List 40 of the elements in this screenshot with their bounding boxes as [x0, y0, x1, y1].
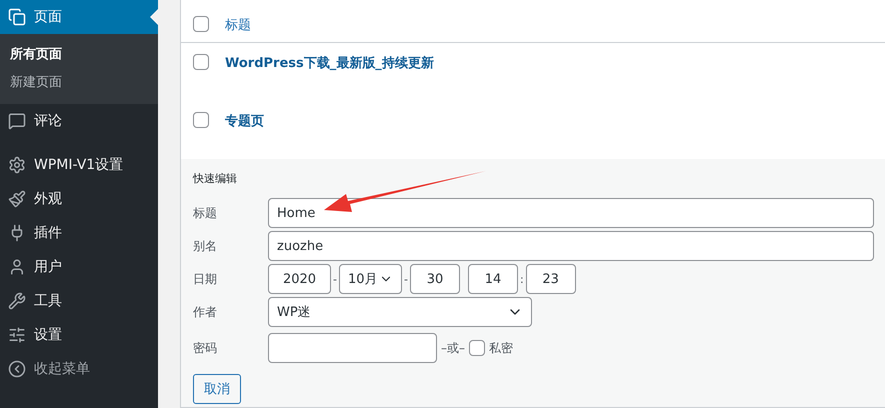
menu-item[interactable]: WPMI-V1设置 — [0, 148, 158, 182]
menu-item[interactable]: 评论 — [0, 104, 158, 138]
password-field[interactable] — [268, 333, 437, 363]
title-field[interactable]: Home — [268, 198, 874, 228]
menu-item[interactable]: 插件 — [0, 216, 158, 250]
field-label: 日期 — [193, 270, 218, 288]
time-separator: : — [518, 272, 525, 286]
submenu-item[interactable]: 所有页面 — [0, 40, 158, 68]
collapse-menu-button[interactable]: 收起菜单 — [0, 352, 158, 386]
select-all-checkbox[interactable] — [193, 16, 209, 32]
hour-field[interactable]: 14 — [468, 264, 518, 294]
year-field[interactable]: 2020 — [268, 264, 331, 294]
field-label: 作者 — [193, 304, 218, 320]
private-checkbox[interactable] — [469, 340, 485, 356]
date-separator: - — [402, 272, 409, 286]
or-text: –或– — [441, 340, 465, 356]
menu-item[interactable]: 页面 — [0, 0, 158, 34]
menu-item[interactable]: 外观 — [0, 182, 158, 216]
field-label: 密码 — [193, 340, 218, 356]
private-label: 私密 — [489, 340, 513, 356]
date-separator: - — [332, 272, 338, 286]
row-checkbox[interactable] — [193, 112, 209, 128]
month-select[interactable]: 10月 — [338, 264, 402, 294]
menu-item[interactable]: 用户 — [0, 250, 158, 284]
page-title-link[interactable]: WordPress下载_最新版_持续更新 — [225, 54, 434, 72]
menu-item[interactable]: 工具 — [0, 284, 158, 318]
row-checkbox[interactable] — [193, 54, 209, 70]
page-title-link[interactable]: 专题页 — [225, 112, 264, 130]
collapse-icon — [8, 360, 26, 378]
author-select[interactable]: WP迷 — [268, 297, 532, 327]
quick-edit-heading: 快速编辑 — [193, 171, 238, 186]
day-field[interactable]: 30 — [410, 264, 460, 294]
submenu-item[interactable]: 新建页面 — [0, 68, 158, 96]
slug-field[interactable]: zuozhe — [268, 231, 874, 261]
menu-item[interactable]: 设置 — [0, 318, 158, 352]
cancel-button[interactable]: 取消 — [193, 374, 241, 404]
field-label: 标题 — [193, 204, 218, 222]
minute-field[interactable]: 23 — [526, 264, 576, 294]
column-header[interactable]: 标题 — [225, 16, 251, 34]
field-label: 别名 — [193, 238, 218, 254]
